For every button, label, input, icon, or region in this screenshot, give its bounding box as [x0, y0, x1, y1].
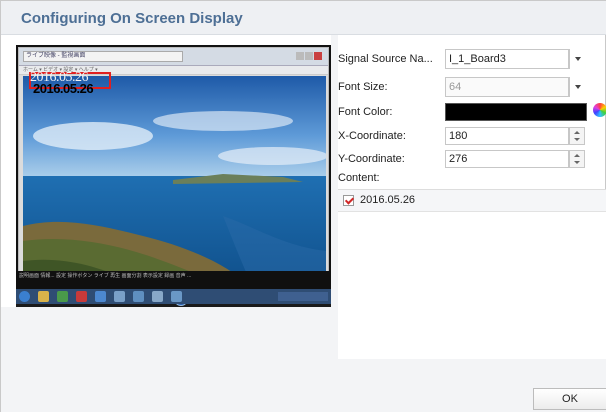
y-coordinate-label: Y-Coordinate: [338, 153, 405, 165]
content-item-text: 2016.05.26 [360, 194, 416, 206]
preview-window-titlebar: ライブ映像 - 監視画面 [19, 48, 328, 66]
x-coordinate-label: X-Coordinate: [338, 130, 406, 142]
arrow-down-icon[interactable] [574, 138, 580, 141]
osd-text-rendered: 2016.05.26 [33, 81, 94, 96]
app-icon [133, 291, 144, 302]
preview-caption-strip: 説明画面 情報... 設定 操作ボタン ライブ 再生 画面分割 表示設定 録画 … [16, 271, 331, 289]
arrow-up-icon[interactable] [574, 131, 580, 134]
preview-window-buttons [295, 51, 325, 61]
content-list: 2016.05.26 [338, 189, 606, 359]
preview-footer-area [1, 307, 338, 359]
y-coordinate-input[interactable]: 276 [445, 150, 569, 168]
content-list-item[interactable]: 2016.05.26 [338, 190, 606, 212]
arrow-down-icon[interactable] [574, 161, 580, 164]
chevron-down-icon[interactable] [569, 77, 585, 97]
start-icon [19, 291, 30, 302]
app-icon [57, 291, 68, 302]
x-coordinate-stepper[interactable] [569, 127, 585, 145]
signal-source-label: Signal Source Na... [338, 53, 433, 65]
font-color-swatch[interactable] [445, 103, 587, 121]
arrow-up-icon[interactable] [574, 154, 580, 157]
preview-browser-tab: ライブ映像 - 監視画面 [23, 51, 183, 62]
font-color-label: Font Color: [338, 106, 393, 118]
video-preview: ライブ映像 - 監視画面 ホーム ▾ ビデオ ▾ 設定 ▾ ヘルプ ▾ 2016… [16, 45, 331, 307]
dialog-footer [1, 359, 606, 412]
coastline-photo [23, 76, 326, 288]
content-checkbox[interactable] [343, 195, 354, 206]
dialog-title: Configuring On Screen Display [21, 10, 243, 27]
color-picker-icon[interactable] [593, 103, 606, 117]
app-icon [76, 291, 87, 302]
x-coordinate-input[interactable]: 180 [445, 127, 569, 145]
y-coordinate-stepper[interactable] [569, 150, 585, 168]
app-icon [95, 291, 106, 302]
content-label: Content: [338, 172, 380, 184]
preview-photo [23, 76, 326, 288]
osd-config-dialog: Configuring On Screen Display ライブ映像 - 監視… [0, 0, 606, 412]
dialog-titlebar: Configuring On Screen Display [1, 1, 606, 35]
system-tray [278, 292, 328, 301]
chevron-down-icon[interactable] [569, 49, 585, 69]
app-icon [171, 291, 182, 302]
app-icon [114, 291, 125, 302]
app-icon [152, 291, 163, 302]
folder-icon [38, 291, 49, 302]
signal-source-select[interactable]: I_1_Board3 [445, 49, 569, 69]
ok-button[interactable]: OK [533, 388, 606, 410]
preview-taskbar [16, 289, 331, 304]
font-size-select[interactable]: 64 [445, 77, 569, 97]
font-size-label: Font Size: [338, 81, 388, 93]
